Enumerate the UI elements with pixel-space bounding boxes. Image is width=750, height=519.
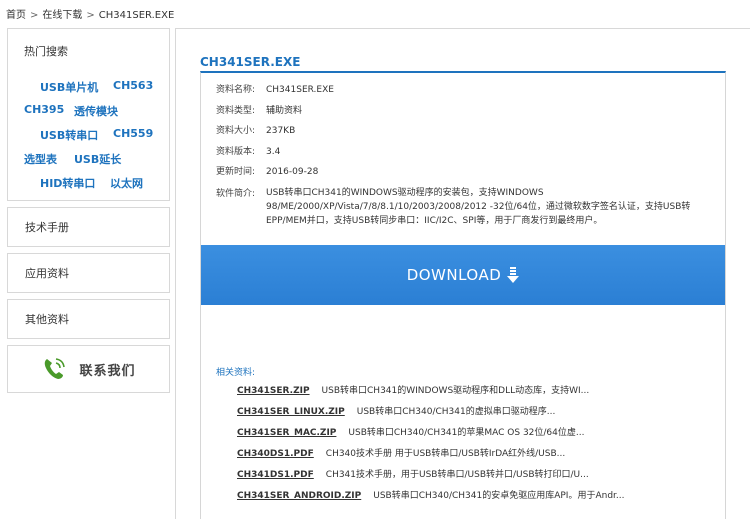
breadcrumb-current: CH341SER.EXE bbox=[98, 10, 175, 21]
hot-search-links: USB单片机 CH563 CH395 透传模块 USB转串口 CH559 选型表… bbox=[8, 29, 169, 200]
info-row-updated: 更新时间: 2016-09-28 bbox=[216, 165, 690, 186]
related-doc-link[interactable]: CH341SER_ANDROID.ZIP bbox=[237, 489, 361, 503]
info-key: 资料版本: bbox=[216, 146, 256, 157]
info-key: 资料名称: bbox=[216, 85, 256, 95]
info-key: 资料大小: bbox=[216, 126, 256, 136]
related-doc-link[interactable]: CH341SER_LINUX.ZIP bbox=[237, 405, 345, 419]
sidebar-item-app-notes[interactable]: 应用资料 bbox=[7, 253, 170, 293]
description-line: USB转串口CH341的WINDOWS驱动程序的安装包，支持WINDOWS bbox=[266, 187, 544, 198]
sidebar-item-other-docs[interactable]: 其他资料 bbox=[7, 299, 170, 339]
hot-link-selection-table[interactable]: 选型表 bbox=[24, 151, 57, 167]
related-doc-item: CH340DS1.PDF CH340技术手册 用于USB转串口/USB转IrDA红… bbox=[237, 447, 625, 468]
related-doc-desc: USB转串口CH341的WINDOWS驱动程序和DLL动态库，支持WI... bbox=[321, 386, 590, 396]
info-value: 3.4 bbox=[266, 146, 281, 157]
related-doc-item: CH341SER_ANDROID.ZIP USB转串口CH340/CH341的安卓… bbox=[237, 489, 625, 510]
related-doc-desc: USB转串口CH340/CH341的苹果MAC OS 32位/64位虚... bbox=[348, 428, 585, 438]
related-doc-item: CH341SER_LINUX.ZIP USB转串口CH340/CH341的虚拟串口… bbox=[237, 405, 625, 426]
breadcrumb-separator: > bbox=[86, 10, 95, 21]
hot-link-usb-extension[interactable]: USB延长 bbox=[74, 151, 121, 167]
related-doc-desc: CH341技术手册，用于USB转串口/USB转并口/USB转打印口/U... bbox=[325, 470, 589, 480]
phone-icon bbox=[45, 358, 66, 379]
info-row-description: 软件简介: USB转串口CH341的WINDOWS驱动程序的安装包，支持WIND… bbox=[216, 186, 690, 228]
info-row-type: 资料类型: 辅助资料 bbox=[216, 104, 690, 125]
hot-search-panel: 热门搜索 USB单片机 CH563 CH395 透传模块 USB转串口 CH55… bbox=[7, 28, 170, 201]
related-doc-link[interactable]: CH341DS1.PDF bbox=[237, 468, 314, 482]
hot-link-ch559[interactable]: CH559 bbox=[113, 127, 153, 140]
download-arrow-icon bbox=[507, 267, 520, 283]
info-value: 2016-09-28 bbox=[266, 167, 319, 177]
sidebar: 热门搜索 USB单片机 CH563 CH395 透传模块 USB转串口 CH55… bbox=[7, 28, 170, 393]
download-button[interactable]: DOWNLOAD bbox=[201, 245, 725, 305]
breadcrumb-separator: > bbox=[30, 10, 39, 21]
related-docs-list: CH341SER.ZIP USB转串口CH341的WINDOWS驱动程序和DLL动… bbox=[237, 384, 625, 510]
info-value: 237KB bbox=[266, 126, 296, 136]
info-value: 辅助资料 bbox=[266, 105, 303, 116]
description-text: USB转串口CH341的WINDOWS驱动程序的安装包，支持WINDOWS 98… bbox=[266, 186, 690, 228]
related-doc-desc: USB转串口CH340/CH341的安卓免驱应用库API。用于Andr... bbox=[373, 491, 625, 501]
info-row-version: 资料版本: 3.4 bbox=[216, 145, 690, 166]
info-key: 软件简介: bbox=[216, 188, 256, 199]
related-docs-title: 相关资料: bbox=[216, 368, 256, 378]
info-row-name: 资料名称: CH341SER.EXE bbox=[216, 83, 690, 104]
hot-link-hid-serial[interactable]: HID转串口 bbox=[40, 175, 95, 191]
sidebar-item-tech-manual[interactable]: 技术手册 bbox=[7, 207, 170, 247]
related-doc-item: CH341SER_MAC.ZIP USB转串口CH340/CH341的苹果MAC … bbox=[237, 426, 625, 447]
breadcrumb-section-link[interactable]: 在线下载 bbox=[42, 10, 82, 21]
info-value: CH341SER.EXE bbox=[266, 85, 334, 95]
file-detail-card: 资料名称: CH341SER.EXE 资料类型: 辅助资料 资料大小: 237KB 资… bbox=[200, 71, 726, 519]
related-doc-link[interactable]: CH340DS1.PDF bbox=[237, 447, 314, 461]
hot-link-ch563[interactable]: CH563 bbox=[113, 79, 153, 92]
related-doc-link[interactable]: CH341SER.ZIP bbox=[237, 384, 310, 398]
description-line: 98/ME/2000/XP/Vista/7/8/8.1/10/2003/2008… bbox=[266, 201, 691, 212]
hot-link-ethernet[interactable]: 以太网 bbox=[110, 175, 143, 191]
hot-link-usb-serial[interactable]: USB转串口 bbox=[40, 127, 98, 143]
hot-link-transparent-module[interactable]: 透传模块 bbox=[74, 103, 118, 119]
hot-link-ch395[interactable]: CH395 bbox=[24, 103, 64, 116]
info-key: 更新时间: bbox=[216, 167, 256, 177]
contact-us-button[interactable]: 联系我们 bbox=[7, 345, 170, 393]
info-key: 资料类型: bbox=[216, 105, 256, 116]
download-label: DOWNLOAD bbox=[406, 266, 502, 284]
related-doc-link[interactable]: CH341SER_MAC.ZIP bbox=[237, 426, 336, 440]
page-title: CH341SER.EXE bbox=[200, 55, 301, 69]
related-doc-desc: USB转串口CH340/CH341的虚拟串口驱动程序... bbox=[356, 407, 556, 417]
main-content: CH341SER.EXE 资料名称: CH341SER.EXE 资料类型: 辅助资料… bbox=[175, 28, 750, 519]
breadcrumb-home-link[interactable]: 首页 bbox=[6, 10, 26, 21]
breadcrumb: 首页 > 在线下载 > CH341SER.EXE bbox=[6, 6, 174, 21]
description-line: EPP/MEM并口，支持USB转同步串口：IIC/I2C、SPI等，用于厂商发行… bbox=[266, 215, 603, 226]
related-doc-item: CH341SER.ZIP USB转串口CH341的WINDOWS驱动程序和DLL动… bbox=[237, 384, 625, 405]
info-row-size: 资料大小: 237KB bbox=[216, 124, 690, 145]
file-info: 资料名称: CH341SER.EXE 资料类型: 辅助资料 资料大小: 237KB 资… bbox=[216, 83, 690, 228]
hot-link-usb-mcu[interactable]: USB单片机 bbox=[40, 79, 98, 95]
related-doc-item: CH341DS1.PDF CH341技术手册，用于USB转串口/USB转并口/US… bbox=[237, 468, 625, 489]
contact-us-label: 联系我们 bbox=[79, 363, 136, 379]
related-doc-desc: CH340技术手册 用于USB转串口/USB转IrDA红外线/USB... bbox=[325, 449, 566, 459]
